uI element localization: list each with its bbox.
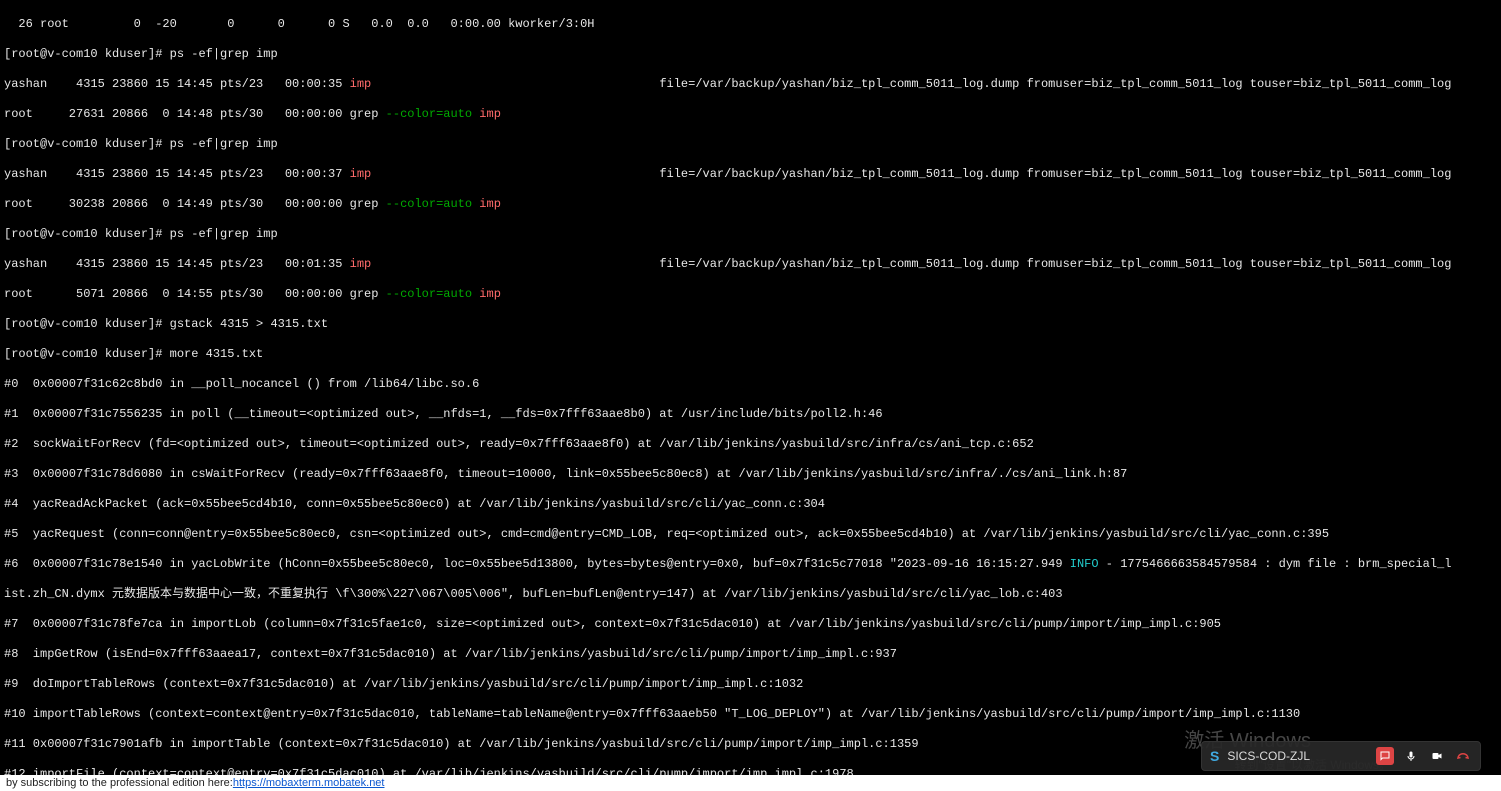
stack1-f0: #0 0x00007f31c62c8bd0 in __poll_nocancel… xyxy=(4,377,1497,392)
stack1-f9: #9 doImportTableRows (context=0x7f31c5da… xyxy=(4,677,1497,692)
stack1-f7: #7 0x00007f31c78fe7ca in importLob (colu… xyxy=(4,617,1497,632)
prompt: [root@v-com10 kduser]# xyxy=(4,347,170,361)
cmd-ps-2: ps -ef|grep imp xyxy=(170,137,278,151)
stack1-f8: #8 impGetRow (isEnd=0x7fff63aaea17, cont… xyxy=(4,647,1497,662)
ps2-row1-match: imp xyxy=(350,167,372,181)
ps2-row2-head: root 30238 20866 0 14:49 pts/30 00:00:00… xyxy=(4,197,386,211)
hangup-button[interactable] xyxy=(1454,747,1472,765)
ps1-row1-match: imp xyxy=(350,77,372,91)
ps3-row1-head: yashan 4315 23860 15 14:45 pts/23 00:01:… xyxy=(4,257,350,271)
ps1-row2-head: root 27631 20866 0 14:48 pts/30 00:00:00… xyxy=(4,107,386,121)
ps2-row1-head: yashan 4315 23860 15 14:45 pts/23 00:00:… xyxy=(4,167,350,181)
cmd-ps-1: ps -ef|grep imp xyxy=(170,47,278,61)
stack1-f1: #1 0x00007f31c7556235 in poll (__timeout… xyxy=(4,407,1497,422)
ps3-row2-head: root 5071 20866 0 14:55 pts/30 00:00:00 … xyxy=(4,287,386,301)
ps1-row2-color: --color=auto xyxy=(386,107,472,121)
terminal-output[interactable]: 26 root 0 -20 0 0 0 S 0.0 0.0 0:00.00 kw… xyxy=(0,0,1501,775)
cmd-ps-3: ps -ef|grep imp xyxy=(170,227,278,241)
ps1-row1-head: yashan 4315 23860 15 14:45 pts/23 00:00:… xyxy=(4,77,350,91)
ps1-row2-match: imp xyxy=(479,107,501,121)
ps2-row2-match: imp xyxy=(479,197,501,211)
call-peer-name: SICS-COD-ZJL xyxy=(1227,749,1310,763)
ps3-row1-tail: file=/var/backup/yashan/biz_tpl_comm_501… xyxy=(371,257,1451,271)
cmd-more-1: more 4315.txt xyxy=(170,347,264,361)
top-partial: 26 root 0 -20 0 0 0 S 0.0 0.0 0:00.00 kw… xyxy=(4,17,1497,32)
chat-button[interactable] xyxy=(1376,747,1394,765)
stack1-f6-info: INFO xyxy=(1070,557,1099,571)
camera-button[interactable] xyxy=(1428,747,1446,765)
ps1-row1-tail: file=/var/backup/yashan/biz_tpl_comm_501… xyxy=(371,77,1451,91)
ps3-row1-match: imp xyxy=(350,257,372,271)
footer-text: by subscribing to the professional editi… xyxy=(6,777,233,789)
ps2-row2-color: --color=auto xyxy=(386,197,472,211)
stack1-f2: #2 sockWaitForRecv (fd=<optimized out>, … xyxy=(4,437,1497,452)
prompt: [root@v-com10 kduser]# xyxy=(4,47,170,61)
stack1-f4: #4 yacReadAckPacket (ack=0x55bee5cd4b10,… xyxy=(4,497,1497,512)
skype-icon: S xyxy=(1210,748,1219,764)
mic-button[interactable] xyxy=(1402,747,1420,765)
prompt: [root@v-com10 kduser]# xyxy=(4,317,170,331)
ps3-row2-color: --color=auto xyxy=(386,287,472,301)
call-toolbar-popup[interactable]: S SICS-COD-ZJL xyxy=(1201,741,1481,771)
stack1-f5: #5 yacRequest (conn=conn@entry=0x55bee5c… xyxy=(4,527,1497,542)
ps3-row2-match: imp xyxy=(479,287,501,301)
ps2-row1-tail: file=/var/backup/yashan/biz_tpl_comm_501… xyxy=(371,167,1451,181)
stack1-f3: #3 0x00007f31c78d6080 in csWaitForRecv (… xyxy=(4,467,1497,482)
stack1-f6a: #6 0x00007f31c78e1540 in yacLobWrite (hC… xyxy=(4,557,1070,571)
cmd-gstack-1: gstack 4315 > 4315.txt xyxy=(170,317,328,331)
prompt: [root@v-com10 kduser]# xyxy=(4,227,170,241)
stack1-f6d: ist.zh_CN.dymx 元数据版本与数据中心一致，不重复执行 \f\300… xyxy=(4,587,1497,602)
mobaxterm-footer: by subscribing to the professional editi… xyxy=(0,775,1501,791)
footer-link[interactable]: https://mobaxterm.mobatek.net xyxy=(233,777,385,789)
prompt: [root@v-com10 kduser]# xyxy=(4,137,170,151)
stack1-f10: #10 importTableRows (context=context@ent… xyxy=(4,707,1497,722)
stack1-f6c: - 1775466663584579584 : dym file : brm_s… xyxy=(1099,557,1452,571)
